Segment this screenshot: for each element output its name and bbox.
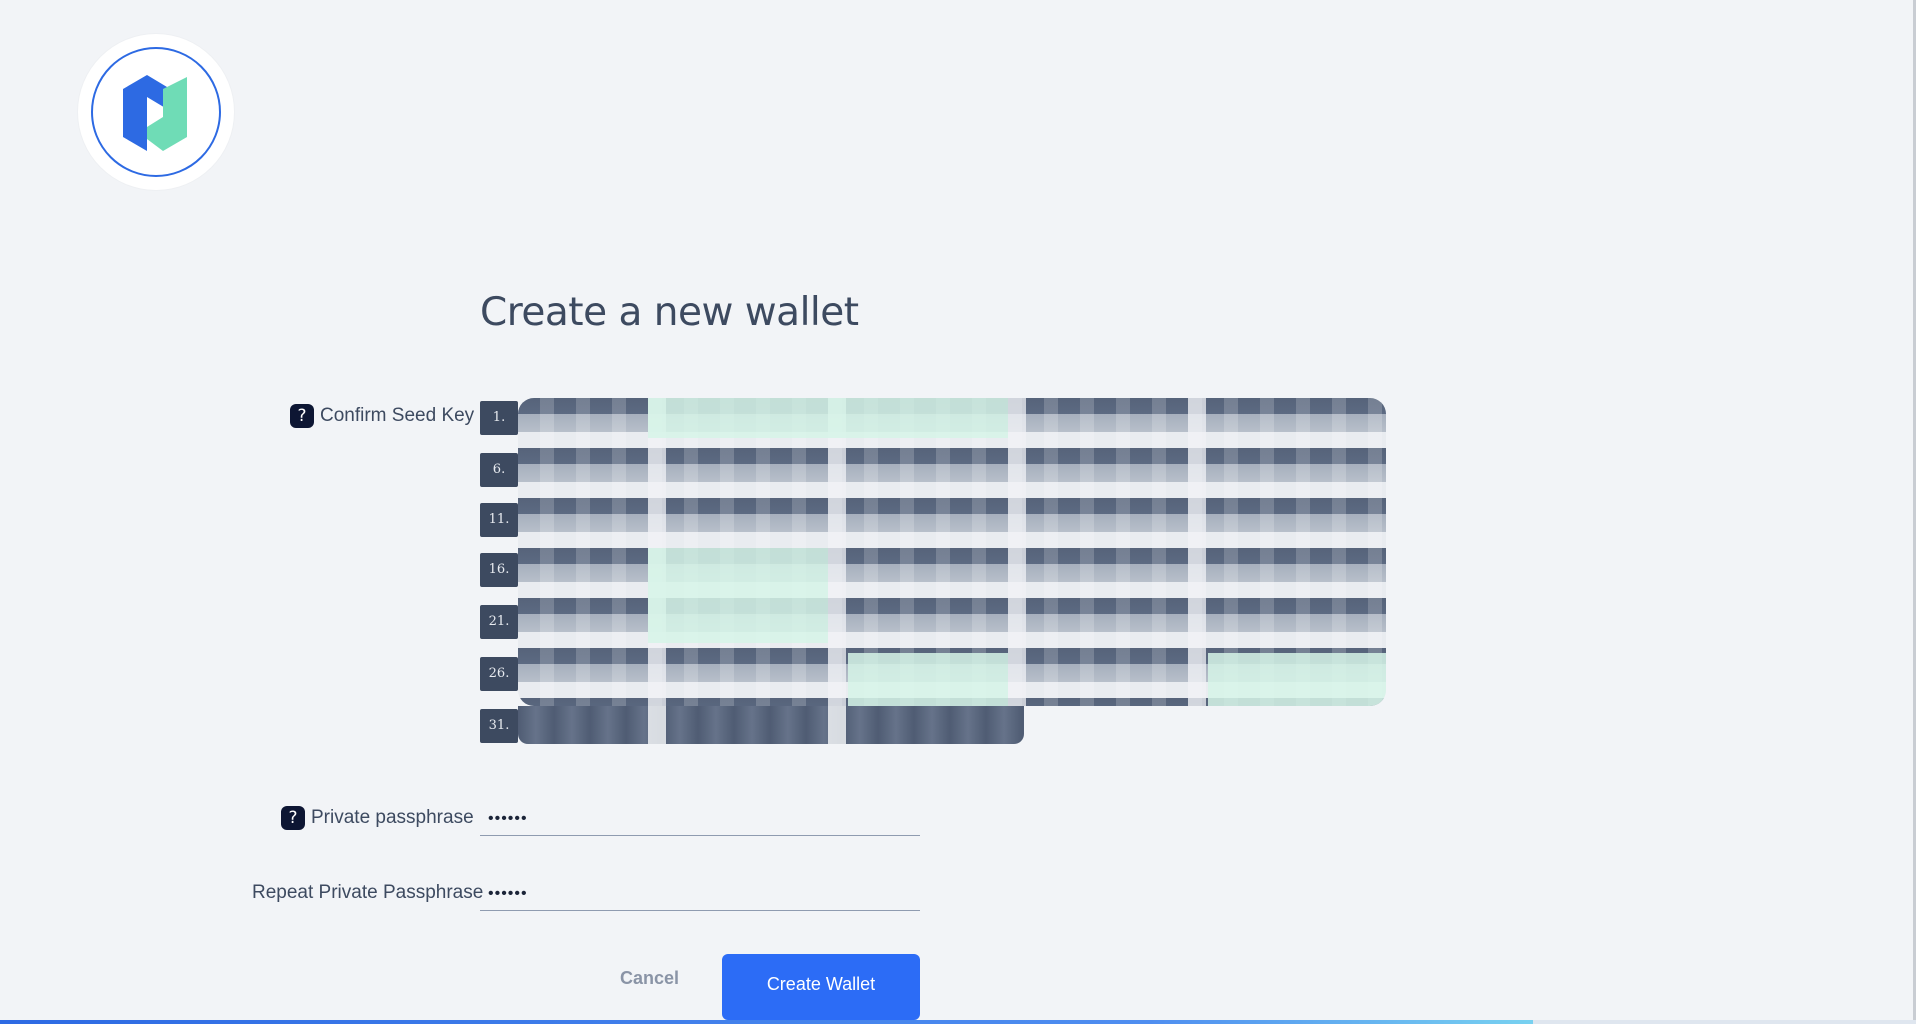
seed-row-number: 1. bbox=[480, 401, 518, 435]
passphrase-input[interactable]: •••••• bbox=[480, 802, 920, 836]
seed-label: Confirm Seed Key bbox=[320, 405, 475, 427]
seed-label-group: ? Confirm Seed Key bbox=[290, 404, 474, 428]
seed-row: 31. bbox=[480, 709, 518, 743]
help-icon[interactable]: ? bbox=[290, 404, 314, 428]
seed-row: 16. bbox=[480, 553, 518, 587]
seed-row: 11. bbox=[480, 503, 518, 537]
logo-ring bbox=[91, 47, 221, 177]
seed-words-obscured[interactable] bbox=[518, 398, 1386, 706]
create-wallet-button[interactable]: Create Wallet bbox=[722, 954, 920, 1020]
help-icon[interactable]: ? bbox=[281, 806, 305, 830]
seed-row: 6. bbox=[480, 453, 518, 487]
seed-row: 26. bbox=[480, 657, 518, 691]
seed-row-number: 26. bbox=[480, 657, 518, 691]
passphrase-label: Private passphrase bbox=[311, 807, 474, 829]
logo-mark-icon bbox=[123, 75, 187, 151]
seed-row-number: 16. bbox=[480, 553, 518, 587]
seed-row-number: 31. bbox=[480, 709, 518, 743]
seed-row-number: 6. bbox=[480, 453, 518, 487]
app-logo bbox=[78, 34, 234, 190]
progress-bar bbox=[0, 1020, 1916, 1024]
seed-row-number: 11. bbox=[480, 503, 518, 537]
page-title: Create a new wallet bbox=[480, 290, 859, 335]
seed-row: 1. bbox=[480, 401, 518, 435]
create-wallet-page: Create a new wallet ? Confirm Seed Key 1.… bbox=[0, 0, 1916, 1024]
repeat-passphrase-input[interactable]: •••••• bbox=[480, 877, 920, 911]
seed-row: 21. bbox=[480, 605, 518, 639]
seed-words-obscured-last-row[interactable] bbox=[518, 706, 1024, 744]
passphrase-label-group: ? Private passphrase bbox=[281, 806, 474, 830]
seed-row-number: 21. bbox=[480, 605, 518, 639]
cancel-button[interactable]: Cancel bbox=[620, 968, 679, 989]
repeat-passphrase-label: Repeat Private Passphrase bbox=[252, 882, 484, 903]
